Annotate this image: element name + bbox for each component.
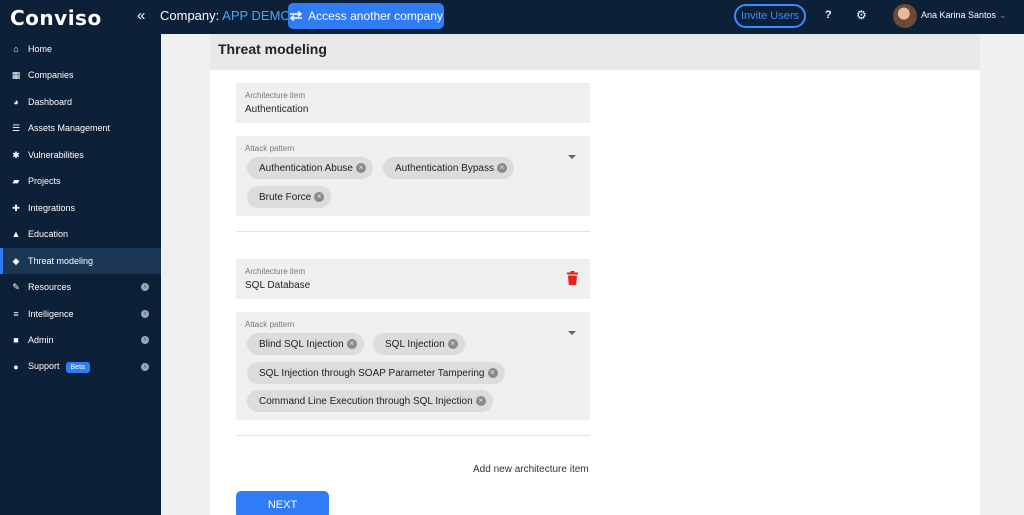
architecture-item-label: Architecture item	[245, 91, 306, 100]
architecture-item-field[interactable]: Architecture item SQL Database	[236, 259, 590, 299]
sidebar-item-label: Home	[28, 44, 53, 54]
chip-label: SQL Injection through SOAP Parameter Tam…	[259, 367, 485, 379]
graduation-cap-icon: ▲	[11, 229, 21, 239]
sidebar-item-home[interactable]: ⌂ Home	[0, 36, 161, 62]
chevron-right-icon: ›	[141, 336, 149, 344]
invite-users-button[interactable]: Invite Users	[734, 4, 806, 28]
conviso-logo[interactable]: Conviso	[10, 6, 102, 30]
sidebar-item-label: Threat modeling	[28, 256, 94, 266]
remove-chip-icon[interactable]: ×	[314, 192, 325, 202]
sidebar-item-label: Projects	[28, 176, 61, 186]
home-icon: ⌂	[13, 44, 19, 54]
remove-chip-icon[interactable]: ×	[487, 368, 498, 378]
chip-label: SQL Injection	[385, 338, 445, 350]
sidebar-item-resources[interactable]: ✎ Resources ›	[0, 274, 161, 300]
sidebar-item-label: Education	[28, 229, 69, 239]
briefcase-icon: ■	[13, 335, 19, 345]
sidebar: ⌂ Home ▦ Companies ◕ Dashboard ☰ Assets …	[0, 34, 161, 515]
attack-pattern-chip[interactable]: SQL Injection through SOAP Parameter Tam…	[247, 362, 505, 384]
attack-pattern-chip[interactable]: Brute Force ×	[247, 186, 332, 208]
beta-badge: Beta	[65, 361, 90, 373]
sidebar-item-label: Resources	[28, 282, 72, 292]
avatar[interactable]	[893, 4, 917, 28]
company-indicator: Company: APP DEMO	[160, 8, 291, 23]
item-divider	[236, 435, 590, 436]
switch-arrows-icon	[289, 11, 303, 21]
remove-chip-icon[interactable]: ×	[447, 339, 458, 349]
attack-pattern-label: Attack pattern	[245, 320, 295, 329]
puzzle-icon: ✚	[12, 202, 20, 213]
question-icon: ●	[13, 362, 19, 372]
remove-chip-icon[interactable]: ×	[496, 163, 507, 173]
chevron-right-icon: ›	[141, 283, 149, 291]
bug-icon: ✱	[12, 149, 20, 160]
chip-label: Authentication Abuse	[259, 162, 353, 174]
shield-icon: ◆	[12, 255, 20, 266]
sidebar-item-support[interactable]: ● Support Beta ›	[0, 354, 161, 380]
sidebar-item-label: Intelligence	[28, 309, 74, 319]
chip-label: Blind SQL Injection	[259, 338, 344, 350]
attack-pattern-chip[interactable]: Authentication Bypass ×	[383, 157, 514, 179]
sidebar-item-label: Support Beta	[28, 361, 90, 373]
add-new-architecture-item-link[interactable]: Add new architecture item	[473, 464, 589, 475]
support-label: Support	[28, 361, 60, 372]
sidebar-item-dashboard[interactable]: ◕ Dashboard	[0, 89, 161, 115]
sidebar-item-education[interactable]: ▲ Education	[0, 221, 161, 247]
user-name: Ana Karina Santos	[921, 10, 997, 20]
architecture-item-value: SQL Database	[245, 280, 311, 291]
top-bar: Conviso « Company: APP DEMO Access anoth…	[0, 0, 1024, 34]
wrench-icon: ✎	[12, 281, 20, 292]
sidebar-item-label: Vulnerabilities	[28, 150, 84, 160]
sidebar-item-threat-modeling[interactable]: ◆ Threat modeling	[0, 248, 161, 274]
access-another-company-label: Access another company	[308, 9, 443, 23]
access-another-company-button[interactable]: Access another company	[288, 3, 444, 29]
company-label: Company:	[160, 8, 220, 23]
attack-pattern-chip[interactable]: Authentication Abuse ×	[247, 157, 373, 179]
item-divider	[236, 231, 590, 232]
attack-pattern-chip[interactable]: Command Line Execution through SQL Injec…	[247, 390, 493, 412]
sidebar-item-integrations[interactable]: ✚ Integrations	[0, 195, 161, 221]
folder-icon: ▰	[12, 175, 20, 186]
sidebar-item-admin[interactable]: ■ Admin ›	[0, 327, 161, 353]
list-icon: ☰	[11, 122, 21, 133]
database-icon: ≡	[13, 309, 19, 319]
sidebar-item-vulnerabilities[interactable]: ✱ Vulnerabilities	[0, 142, 161, 168]
remove-chip-icon[interactable]: ×	[475, 396, 486, 406]
gear-icon[interactable]: ⚙	[856, 8, 867, 22]
sidebar-item-label: Assets Management	[28, 123, 111, 133]
sidebar-item-intelligence[interactable]: ≡ Intelligence ›	[0, 301, 161, 327]
sidebar-item-companies[interactable]: ▦ Companies	[0, 62, 161, 88]
collapse-sidebar-icon[interactable]: «	[137, 7, 145, 24]
page-title: Threat modeling	[218, 41, 327, 57]
chevron-right-icon: ›	[141, 310, 149, 318]
dropdown-arrow-icon[interactable]	[568, 331, 576, 335]
sidebar-item-label: Dashboard	[28, 97, 73, 107]
user-menu[interactable]: Ana Karina Santos ⌄	[921, 10, 1007, 21]
remove-chip-icon[interactable]: ×	[346, 339, 357, 349]
sidebar-item-label: Admin	[28, 335, 54, 345]
trash-icon[interactable]	[567, 271, 578, 285]
sidebar-item-projects[interactable]: ▰ Projects	[0, 168, 161, 194]
next-button[interactable]: NEXT	[236, 491, 329, 515]
attack-pattern-chip[interactable]: Blind SQL Injection ×	[247, 333, 364, 355]
architecture-item-value: Authentication	[245, 104, 309, 115]
chip-label: Brute Force	[259, 191, 312, 203]
help-icon[interactable]: ?	[825, 9, 832, 21]
architecture-item-field[interactable]: Architecture item Authentication	[236, 83, 590, 123]
chip-label: Command Line Execution through SQL Injec…	[259, 395, 473, 407]
architecture-item-label: Architecture item	[245, 267, 306, 276]
chevron-right-icon: ›	[141, 363, 149, 371]
dashboard-icon: ◕	[13, 97, 19, 107]
chip-label: Authentication Bypass	[395, 162, 494, 174]
attack-pattern-label: Attack pattern	[245, 144, 295, 153]
remove-chip-icon[interactable]: ×	[355, 163, 366, 173]
dropdown-arrow-icon[interactable]	[568, 155, 576, 159]
sidebar-item-label: Integrations	[28, 203, 76, 213]
attack-pattern-chip[interactable]: SQL Injection ×	[373, 333, 465, 355]
chevron-down-icon: ⌄	[999, 10, 1007, 20]
company-name: APP DEMO	[222, 8, 291, 23]
sidebar-item-label: Companies	[28, 70, 74, 80]
sidebar-item-assets-management[interactable]: ☰ Assets Management	[0, 115, 161, 141]
building-icon: ▦	[11, 69, 21, 80]
